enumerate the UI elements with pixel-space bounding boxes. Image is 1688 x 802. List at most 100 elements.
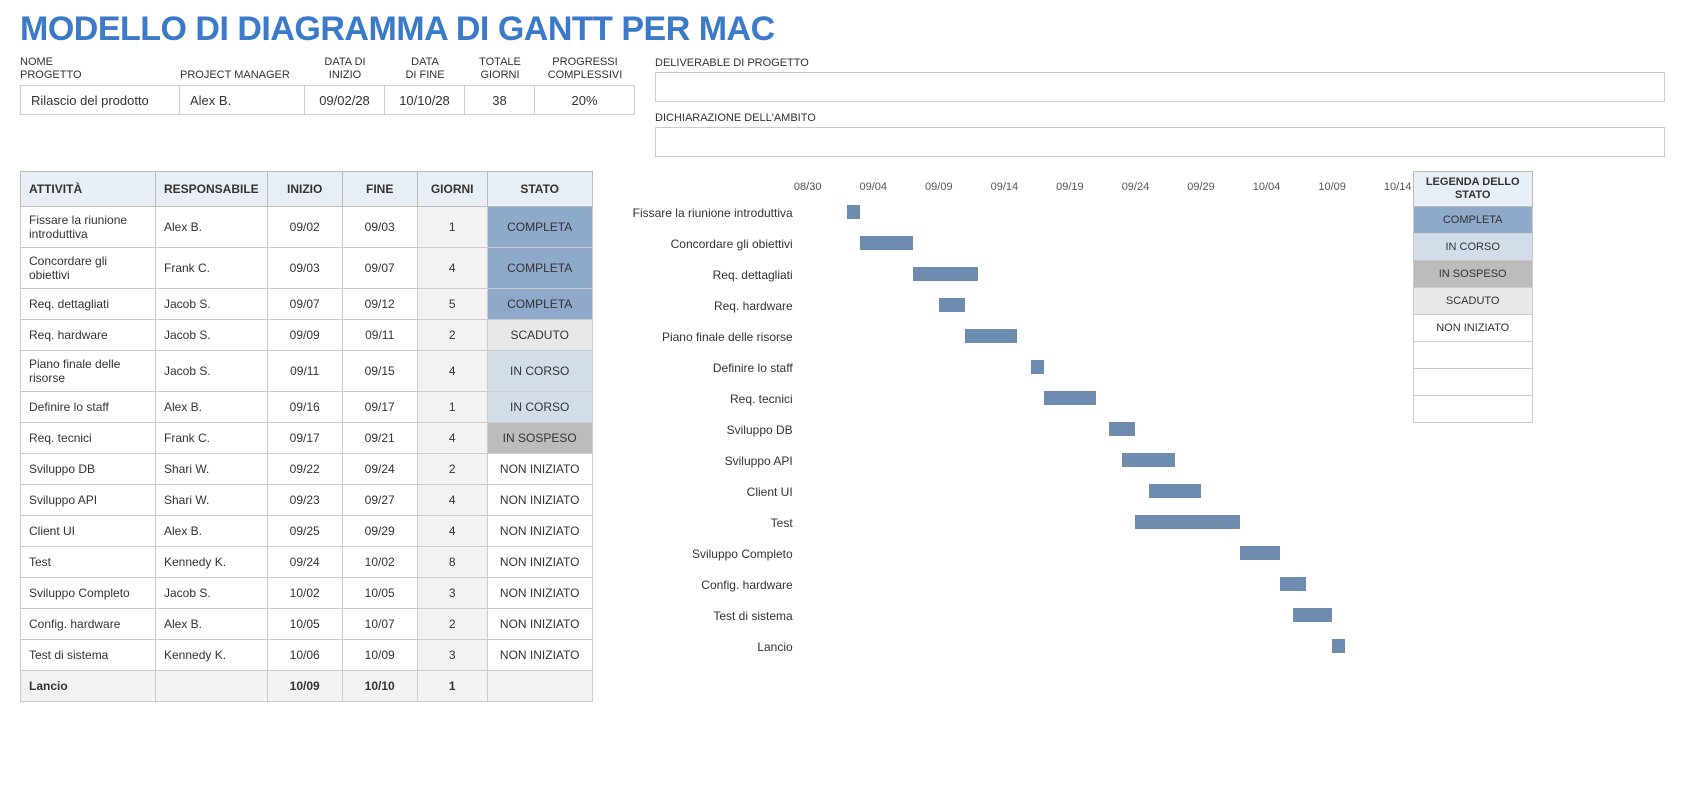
- cell-days[interactable]: 8: [417, 547, 487, 578]
- cell-status[interactable]: NON INIZIATO: [487, 547, 592, 578]
- cell-start[interactable]: 09/02: [267, 207, 342, 248]
- th-activity[interactable]: ATTIVITÀ: [21, 172, 156, 207]
- cell-owner[interactable]: Alex B.: [156, 392, 268, 423]
- table-row[interactable]: Req. hardwareJacob S.09/0909/112SCADUTO: [21, 320, 593, 351]
- cell-activity[interactable]: Req. hardware: [21, 320, 156, 351]
- scope-input[interactable]: [655, 127, 1665, 157]
- cell-status[interactable]: IN CORSO: [487, 351, 592, 392]
- cell-days[interactable]: 1: [417, 392, 487, 423]
- cell-activity[interactable]: Concordare gli obiettivi: [21, 248, 156, 289]
- table-row[interactable]: Definire lo staffAlex B.09/1609/171IN CO…: [21, 392, 593, 423]
- cell-status[interactable]: NON INIZIATO: [487, 454, 592, 485]
- cell-end[interactable]: 10/02: [342, 547, 417, 578]
- cell-owner[interactable]: Alex B.: [156, 609, 268, 640]
- summary-days[interactable]: 38: [465, 85, 535, 115]
- cell-end[interactable]: 09/21: [342, 423, 417, 454]
- table-row[interactable]: Client UIAlex B.09/2509/294NON INIZIATO: [21, 516, 593, 547]
- cell-start[interactable]: 09/03: [267, 248, 342, 289]
- cell-start[interactable]: 10/02: [267, 578, 342, 609]
- gantt-bar[interactable]: [1332, 639, 1345, 653]
- th-owner[interactable]: RESPONSABILE: [156, 172, 268, 207]
- table-row[interactable]: Req. dettagliatiJacob S.09/0709/125COMPL…: [21, 289, 593, 320]
- cell-activity[interactable]: Sviluppo Completo: [21, 578, 156, 609]
- cell-activity[interactable]: Fissare la riunione introduttiva: [21, 207, 156, 248]
- table-row[interactable]: Fissare la riunione introduttivaAlex B.0…: [21, 207, 593, 248]
- cell-start[interactable]: 09/24: [267, 547, 342, 578]
- cell-status[interactable]: IN SOSPESO: [487, 423, 592, 454]
- cell-owner[interactable]: [156, 671, 268, 702]
- cell-end[interactable]: 09/11: [342, 320, 417, 351]
- gantt-bar[interactable]: [939, 298, 965, 312]
- table-row[interactable]: Concordare gli obiettiviFrank C.09/0309/…: [21, 248, 593, 289]
- cell-end[interactable]: 10/10: [342, 671, 417, 702]
- cell-activity[interactable]: Definire lo staff: [21, 392, 156, 423]
- cell-end[interactable]: 10/07: [342, 609, 417, 640]
- cell-owner[interactable]: Jacob S.: [156, 351, 268, 392]
- cell-status[interactable]: NON INIZIATO: [487, 609, 592, 640]
- cell-activity[interactable]: Test di sistema: [21, 640, 156, 671]
- cell-status[interactable]: NON INIZIATO: [487, 485, 592, 516]
- cell-end[interactable]: 10/09: [342, 640, 417, 671]
- gantt-bar[interactable]: [1240, 546, 1279, 560]
- cell-end[interactable]: 09/27: [342, 485, 417, 516]
- cell-start[interactable]: 10/06: [267, 640, 342, 671]
- gantt-bar[interactable]: [1109, 422, 1135, 436]
- cell-days[interactable]: 4: [417, 516, 487, 547]
- summary-name[interactable]: Rilascio del prodotto: [20, 85, 180, 115]
- table-row[interactable]: Req. tecniciFrank C.09/1709/214IN SOSPES…: [21, 423, 593, 454]
- gantt-bar[interactable]: [847, 205, 860, 219]
- table-row[interactable]: Sviluppo APIShari W.09/2309/274NON INIZI…: [21, 485, 593, 516]
- cell-status[interactable]: COMPLETA: [487, 207, 592, 248]
- cell-days[interactable]: 2: [417, 609, 487, 640]
- summary-pm[interactable]: Alex B.: [180, 85, 305, 115]
- summary-end[interactable]: 10/10/28: [385, 85, 465, 115]
- cell-start[interactable]: 10/09: [267, 671, 342, 702]
- table-row[interactable]: Piano finale delle risorseJacob S.09/110…: [21, 351, 593, 392]
- cell-end[interactable]: 10/05: [342, 578, 417, 609]
- cell-activity[interactable]: Sviluppo API: [21, 485, 156, 516]
- cell-activity[interactable]: Req. dettagliati: [21, 289, 156, 320]
- cell-end[interactable]: 09/29: [342, 516, 417, 547]
- gantt-bar[interactable]: [1031, 360, 1044, 374]
- cell-owner[interactable]: Frank C.: [156, 248, 268, 289]
- cell-owner[interactable]: Frank C.: [156, 423, 268, 454]
- cell-activity[interactable]: Sviluppo DB: [21, 454, 156, 485]
- deliverable-input[interactable]: [655, 72, 1665, 102]
- gantt-bar[interactable]: [860, 236, 912, 250]
- gantt-bar[interactable]: [965, 329, 1017, 343]
- cell-owner[interactable]: Alex B.: [156, 207, 268, 248]
- cell-start[interactable]: 09/25: [267, 516, 342, 547]
- gantt-bar[interactable]: [913, 267, 979, 281]
- gantt-bar[interactable]: [1135, 515, 1240, 529]
- cell-start[interactable]: 09/17: [267, 423, 342, 454]
- table-row[interactable]: Sviluppo DBShari W.09/2209/242NON INIZIA…: [21, 454, 593, 485]
- table-row[interactable]: Sviluppo CompletoJacob S.10/0210/053NON …: [21, 578, 593, 609]
- cell-activity[interactable]: Test: [21, 547, 156, 578]
- cell-owner[interactable]: Jacob S.: [156, 289, 268, 320]
- cell-status[interactable]: IN CORSO: [487, 392, 592, 423]
- cell-days[interactable]: 1: [417, 207, 487, 248]
- cell-start[interactable]: 09/09: [267, 320, 342, 351]
- cell-days[interactable]: 3: [417, 578, 487, 609]
- gantt-bar[interactable]: [1044, 391, 1096, 405]
- cell-start[interactable]: 09/22: [267, 454, 342, 485]
- th-days[interactable]: GIORNI: [417, 172, 487, 207]
- cell-owner[interactable]: Jacob S.: [156, 320, 268, 351]
- cell-start[interactable]: 09/07: [267, 289, 342, 320]
- cell-owner[interactable]: Shari W.: [156, 485, 268, 516]
- cell-status[interactable]: NON INIZIATO: [487, 516, 592, 547]
- table-row[interactable]: TestKennedy K.09/2410/028NON INIZIATO: [21, 547, 593, 578]
- cell-end[interactable]: 09/24: [342, 454, 417, 485]
- cell-days[interactable]: 4: [417, 351, 487, 392]
- cell-days[interactable]: 4: [417, 423, 487, 454]
- cell-owner[interactable]: Jacob S.: [156, 578, 268, 609]
- cell-start[interactable]: 09/11: [267, 351, 342, 392]
- cell-end[interactable]: 09/07: [342, 248, 417, 289]
- cell-end[interactable]: 09/03: [342, 207, 417, 248]
- cell-days[interactable]: 3: [417, 640, 487, 671]
- cell-start[interactable]: 10/05: [267, 609, 342, 640]
- cell-days[interactable]: 1: [417, 671, 487, 702]
- cell-start[interactable]: 09/16: [267, 392, 342, 423]
- summary-progress[interactable]: 20%: [535, 85, 635, 115]
- th-status[interactable]: STATO: [487, 172, 592, 207]
